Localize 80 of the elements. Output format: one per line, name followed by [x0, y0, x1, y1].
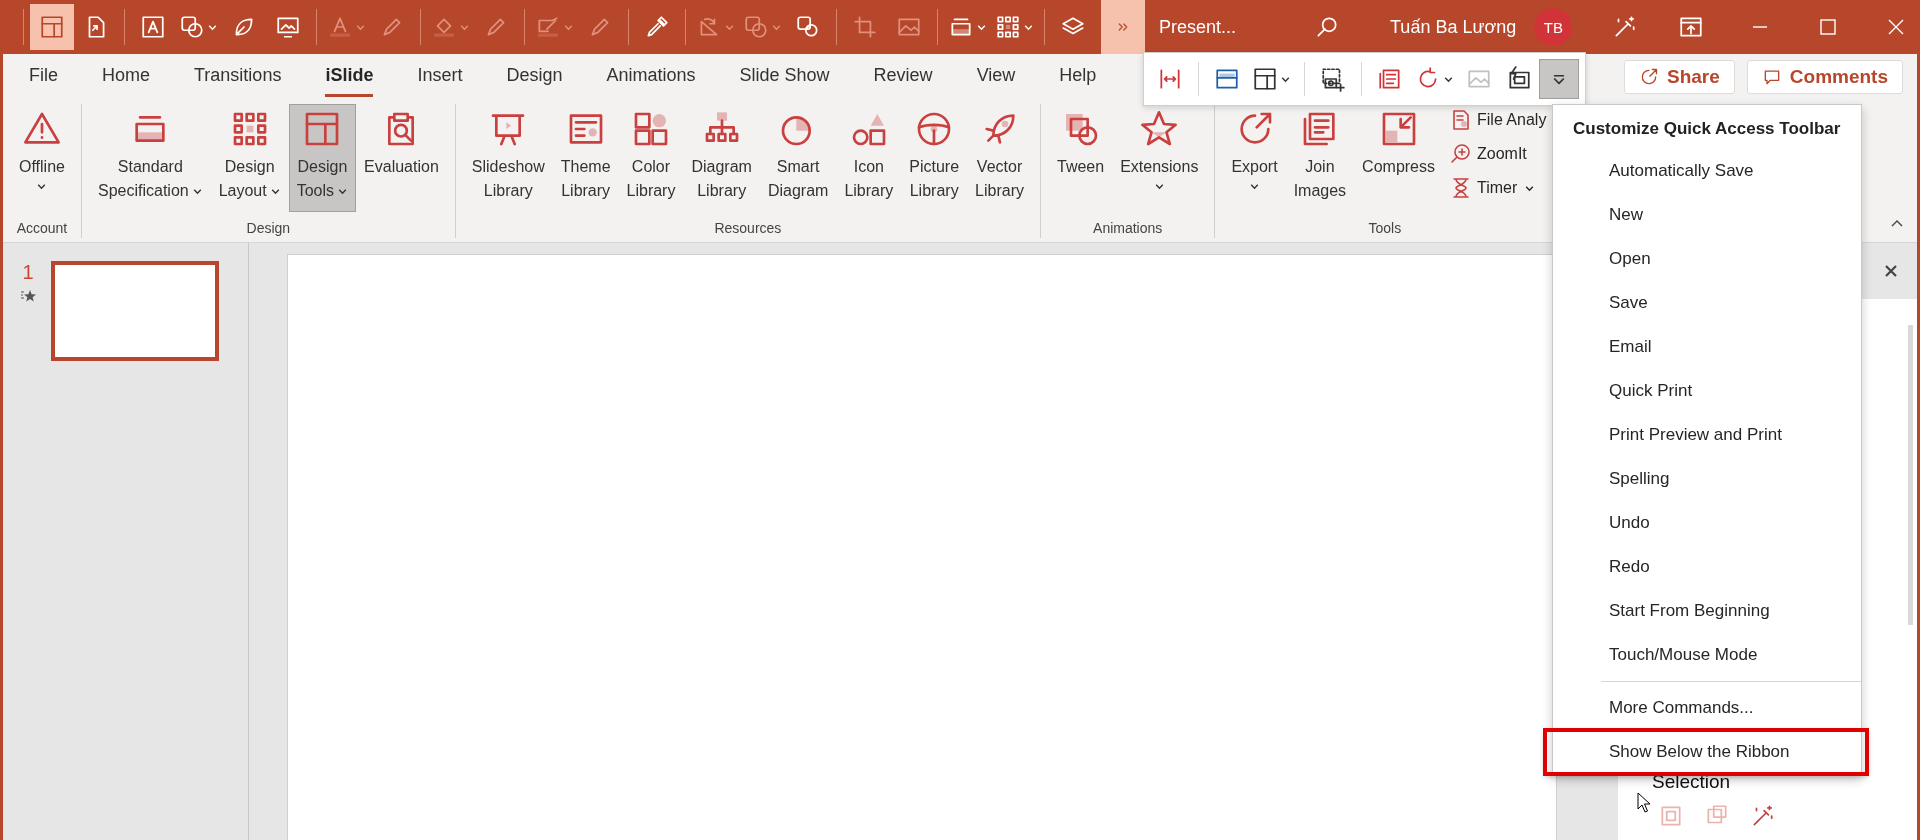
ribbon-button[interactable]: Picture Library: [901, 104, 968, 212]
ribbon-button[interactable]: Join Images: [1285, 104, 1355, 212]
document-icon: [1377, 66, 1403, 92]
shapes-icon: [743, 14, 769, 40]
layout-icon: [1252, 66, 1278, 92]
zoom-in-icon: [1449, 142, 1473, 166]
outline-pen-icon: [535, 14, 561, 40]
screenshot-icon: [1320, 66, 1346, 92]
ribbon-tab[interactable]: Design: [506, 57, 563, 97]
ribbon-display-icon[interactable]: [1678, 14, 1705, 40]
ribbon-button[interactable]: Offline: [11, 104, 73, 212]
slide-number: 1: [22, 261, 34, 284]
mouse-cursor-icon: [1637, 792, 1651, 814]
ribbon-tab[interactable]: Animations: [606, 57, 696, 97]
share-button[interactable]: Share: [1624, 60, 1735, 94]
picture-screen-icon: [275, 14, 301, 40]
group-label: Account: [16, 220, 68, 238]
ribbon-button[interactable]: Design Layout: [210, 104, 289, 212]
ribbon-tab[interactable]: Slide Show: [739, 57, 830, 97]
menu-item[interactable]: Open: [1553, 237, 1861, 281]
ribbon-button[interactable]: Tween: [1049, 104, 1113, 212]
group-label: Animations: [1093, 220, 1163, 238]
menu-item[interactable]: Email: [1553, 325, 1861, 369]
group-label: Design: [246, 220, 291, 238]
ribbon-tab[interactable]: Help: [1059, 57, 1097, 97]
comments-button[interactable]: Comments: [1746, 60, 1903, 94]
menu-item[interactable]: Automatically Save: [1553, 149, 1861, 193]
share-icon: [1639, 67, 1659, 87]
menu-item[interactable]: Quick Print: [1553, 369, 1861, 413]
ribbon-button[interactable]: Compress: [1354, 104, 1443, 212]
group-label: Resources: [714, 220, 782, 238]
ribbon-button[interactable]: Extensions: [1112, 104, 1207, 212]
menu-item[interactable]: Redo: [1553, 545, 1861, 589]
ribbon-button[interactable]: Diagram Library: [683, 104, 760, 212]
ribbon-tab[interactable]: Review: [873, 57, 933, 97]
slide-thumbnail[interactable]: [51, 261, 219, 361]
ribbon-tab[interactable]: File: [29, 57, 58, 97]
layout-icon: [39, 14, 65, 40]
menu-item[interactable]: Touch/Mouse Mode: [1553, 633, 1861, 677]
ribbon-button[interactable]: Theme Library: [552, 104, 619, 212]
ribbon-button[interactable]: Timer: [1449, 174, 1547, 202]
pane-title: Selection: [1652, 771, 1732, 793]
lightning-screen-icon: [1506, 66, 1532, 92]
ribbon-button[interactable]: ZoomIt: [1449, 140, 1547, 168]
crop-icon: [852, 14, 878, 40]
ribbon-button[interactable]: Icon Library: [836, 104, 902, 212]
ribbon-tab[interactable]: View: [976, 57, 1016, 97]
grid-icon: [995, 14, 1021, 40]
ribbon-button[interactable]: Slideshow Library: [463, 104, 553, 212]
menu-item[interactable]: Save: [1553, 281, 1861, 325]
ribbon-button[interactable]: Color Library: [618, 104, 684, 212]
menu-item[interactable]: New: [1553, 193, 1861, 237]
shapes-icon: [179, 14, 205, 40]
ribbon-button[interactable]: Smart Diagram: [759, 104, 837, 212]
ribbon-tab[interactable]: iSlide: [325, 57, 374, 97]
ribbon-button[interactable]: Standard Specification: [89, 104, 211, 212]
ribbon-tab[interactable]: Insert: [417, 57, 463, 97]
menu-item[interactable]: Start From Beginning: [1553, 589, 1861, 633]
ribbon-button[interactable]: Evaluation: [356, 104, 447, 212]
ribbon-button[interactable]: Export: [1223, 104, 1286, 212]
ribbon-button[interactable]: Vector Library: [967, 104, 1032, 212]
menu-item[interactable]: Show Below the Ribbon: [1545, 730, 1867, 774]
ribbon-tab[interactable]: Transitions: [194, 57, 282, 97]
scrollbar-thumb[interactable]: [1908, 325, 1913, 625]
user-name: Tuấn Ba Lương: [1390, 16, 1517, 38]
menu-item[interactable]: Print Preview and Print: [1553, 413, 1861, 457]
close-icon[interactable]: [1883, 263, 1899, 279]
user-avatar[interactable]: TB: [1534, 8, 1573, 46]
text-box-icon: [140, 14, 166, 40]
magic-wand-icon[interactable]: [1750, 803, 1776, 829]
menu-item[interactable]: Spelling: [1553, 457, 1861, 501]
menu-item[interactable]: More Commands...: [1553, 686, 1861, 730]
ribbon-button[interactable]: Design Tools: [288, 104, 357, 212]
menu-title: Customize Quick Access Toolbar: [1572, 118, 1842, 140]
menu-item[interactable]: Undo: [1553, 501, 1861, 545]
ribbon-tab[interactable]: Home: [102, 57, 151, 97]
group-label: Tools: [1368, 220, 1402, 238]
document-title: Present...: [1159, 16, 1237, 38]
window-icon: [1214, 66, 1240, 92]
ribbon-button[interactable]: File Analy: [1449, 106, 1547, 134]
